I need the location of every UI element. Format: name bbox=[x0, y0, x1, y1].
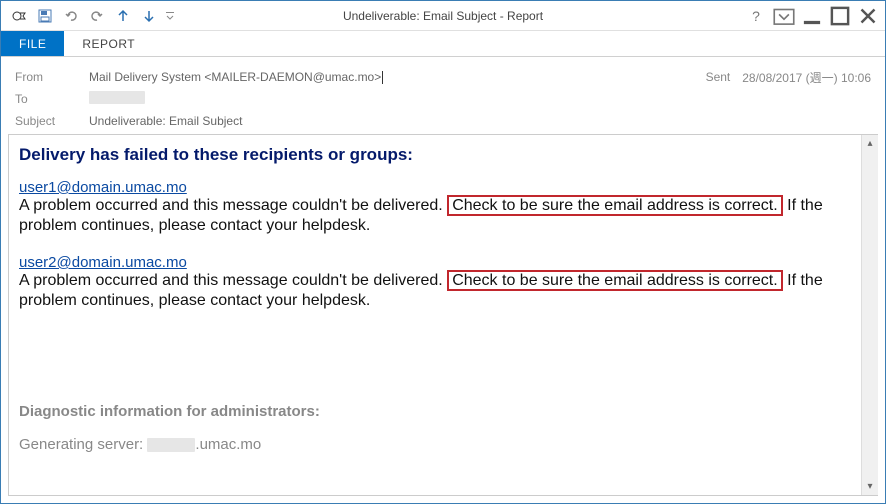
scroll-up-button[interactable]: ▴ bbox=[862, 135, 879, 152]
redacted-text bbox=[89, 91, 145, 104]
diagnostic-server-line: Generating server: .umac.mo bbox=[19, 436, 851, 453]
tab-file[interactable]: FILE bbox=[1, 31, 64, 56]
title-bar: Undeliverable: Email Subject - Report ? bbox=[1, 1, 885, 31]
subject-value: Undeliverable: Email Subject bbox=[89, 114, 871, 128]
sent-value: 28/08/2017 (週一) 10:06 bbox=[742, 69, 871, 86]
previous-item-button[interactable] bbox=[111, 4, 135, 28]
redacted-text bbox=[147, 438, 195, 452]
from-value: Mail Delivery System <MAILER-DAEMON@umac… bbox=[89, 70, 706, 84]
message-headers: From Mail Delivery System <MAILER-DAEMON… bbox=[1, 57, 885, 141]
failure-message: A problem occurred and this message coul… bbox=[19, 271, 851, 311]
app-icon bbox=[7, 4, 31, 28]
ribbon-display-button[interactable] bbox=[771, 5, 797, 27]
subject-label: Subject bbox=[15, 114, 89, 128]
sent-block: Sent 28/08/2017 (週一) 10:06 bbox=[706, 69, 871, 86]
undo-button[interactable] bbox=[59, 4, 83, 28]
sent-label: Sent bbox=[706, 70, 731, 84]
close-button[interactable] bbox=[855, 5, 881, 27]
from-label: From bbox=[15, 70, 89, 84]
text-cursor bbox=[382, 71, 383, 84]
failure-block: user1@domain.umac.mo A problem occurred … bbox=[19, 179, 851, 236]
scroll-down-button[interactable]: ▾ bbox=[862, 478, 879, 495]
maximize-button[interactable] bbox=[827, 5, 853, 27]
vertical-scrollbar[interactable]: ▴ ▾ bbox=[861, 135, 878, 495]
save-button[interactable] bbox=[33, 4, 57, 28]
next-item-button[interactable] bbox=[137, 4, 161, 28]
message-body-pane: Delivery has failed to these recipients … bbox=[8, 134, 878, 496]
failed-recipient-link[interactable]: user2@domain.umac.mo bbox=[19, 254, 187, 271]
help-button[interactable]: ? bbox=[743, 5, 769, 27]
diagnostic-heading: Diagnostic information for administrator… bbox=[19, 403, 851, 420]
qat-customize-button[interactable] bbox=[163, 4, 177, 28]
ribbon-tabs: FILE REPORT bbox=[1, 31, 885, 57]
failure-block: user2@domain.umac.mo A problem occurred … bbox=[19, 254, 851, 311]
failure-heading: Delivery has failed to these recipients … bbox=[19, 145, 851, 165]
message-body[interactable]: Delivery has failed to these recipients … bbox=[9, 135, 861, 495]
window-controls: ? bbox=[743, 1, 881, 31]
failed-recipient-link[interactable]: user1@domain.umac.mo bbox=[19, 179, 187, 196]
to-value bbox=[89, 91, 871, 107]
failure-message: A problem occurred and this message coul… bbox=[19, 196, 851, 236]
quick-access-toolbar bbox=[1, 4, 177, 28]
minimize-button[interactable] bbox=[799, 5, 825, 27]
redo-button[interactable] bbox=[85, 4, 109, 28]
highlighted-text: Check to be sure the email address is co… bbox=[447, 270, 782, 291]
highlighted-text: Check to be sure the email address is co… bbox=[447, 195, 782, 216]
tab-report[interactable]: REPORT bbox=[64, 31, 153, 56]
to-label: To bbox=[15, 92, 89, 106]
